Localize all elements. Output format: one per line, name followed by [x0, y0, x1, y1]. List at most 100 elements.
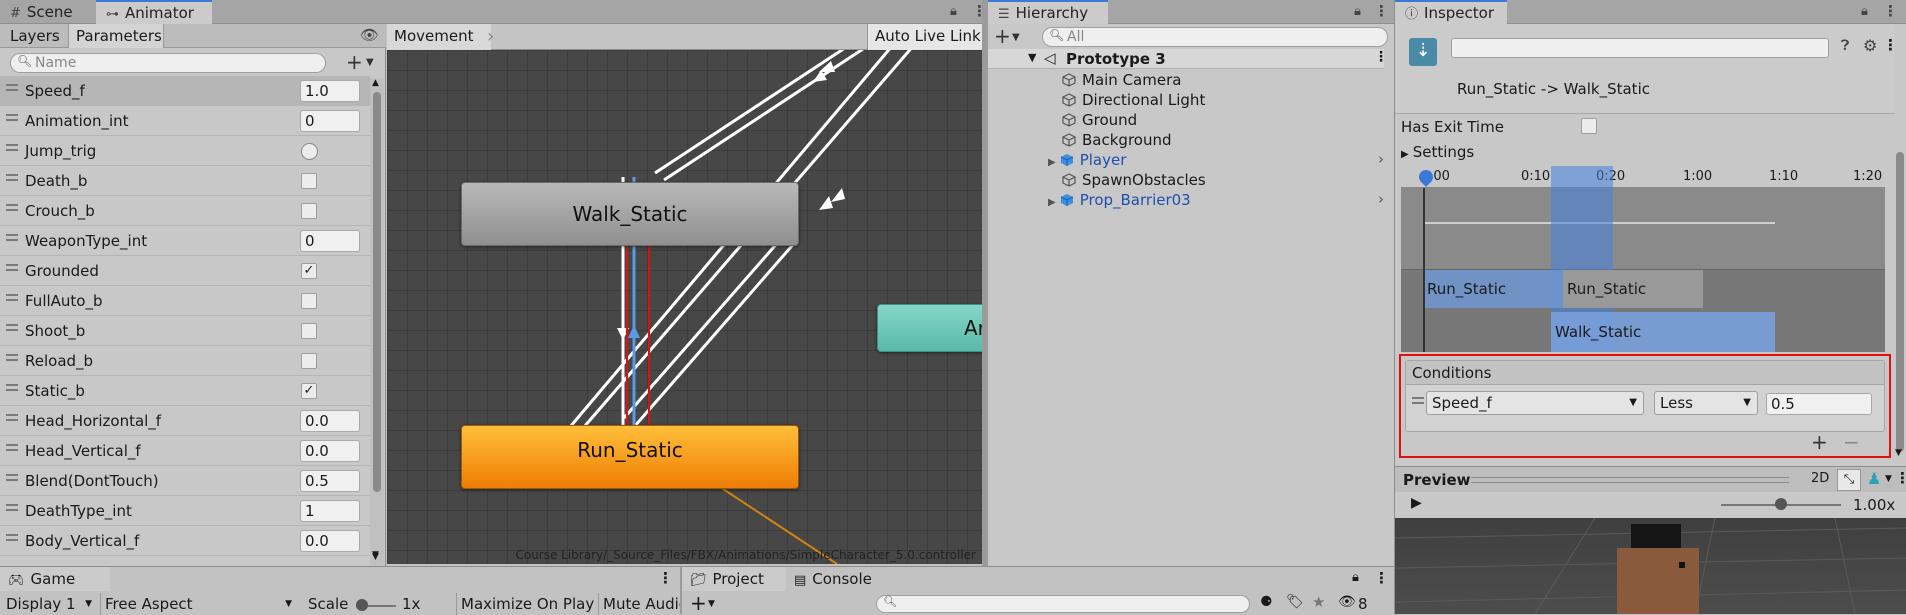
condition-parameter-dropdown[interactable]: Speed_f ▼ — [1426, 391, 1644, 415]
help-icon[interactable]: ❓︎ — [1841, 38, 1849, 54]
parameter-checkbox[interactable]: ✓ — [301, 263, 317, 279]
condition-operator-dropdown[interactable]: Less ▼ — [1654, 391, 1758, 415]
add-object-button[interactable]: + — [994, 24, 1011, 48]
parameter-row[interactable]: Crouch_b — [0, 196, 370, 226]
preview-viewport[interactable] — [1395, 518, 1906, 614]
menu-icon[interactable]: ⋮ — [1883, 2, 1898, 20]
tab-hierarchy[interactable]: ☰ Hierarchy — [988, 0, 1108, 24]
has-exit-time-checkbox[interactable] — [1581, 118, 1597, 134]
breadcrumb[interactable]: Movement — [387, 24, 491, 50]
hierarchy-item-player[interactable]: ▶ Player — [1048, 150, 1126, 170]
add-asset-button[interactable]: + — [690, 591, 707, 615]
drag-handle-icon[interactable] — [6, 144, 18, 156]
parameter-row[interactable]: Blend(DontTouch) 0.5 — [0, 466, 370, 496]
maximize-on-play-toggle[interactable]: Maximize On Play — [456, 593, 596, 615]
parameter-checkbox[interactable] — [301, 173, 317, 189]
add-parameter-button[interactable]: + — [346, 50, 363, 74]
parameter-value-field[interactable]: 0 — [300, 110, 360, 132]
parameter-value-field[interactable]: 0.0 — [300, 530, 360, 552]
hierarchy-item[interactable]: Main Camera — [1062, 70, 1181, 90]
chevron-down-icon[interactable]: ▼ — [366, 57, 374, 68]
chevron-down-icon[interactable]: ▼ — [1885, 474, 1892, 484]
tab-console[interactable]: ▤ Console — [786, 567, 896, 591]
chevron-right-icon[interactable]: › — [1378, 150, 1384, 168]
scroll-down-arrow[interactable]: ▼ — [372, 550, 379, 560]
parameter-checkbox[interactable] — [301, 323, 317, 339]
eye-icon[interactable]: 👁︎ — [360, 26, 379, 44]
lock-icon[interactable]: 🔒︎ — [1352, 570, 1359, 585]
drag-handle-icon[interactable] — [6, 474, 18, 486]
tab-parameters[interactable]: Parameters — [68, 24, 164, 48]
state-node-walk-static[interactable]: Walk_Static — [461, 182, 799, 246]
parameter-checkbox[interactable] — [301, 203, 317, 219]
play-icon[interactable]: ▶ — [1411, 495, 1422, 511]
scene-row[interactable]: ▼ ◁ Prototype 3 ⋮ — [988, 49, 1388, 69]
parameter-row[interactable]: Head_Vertical_f 0.0 — [0, 436, 370, 466]
parameter-value-field[interactable]: 1 — [300, 500, 360, 522]
chevron-down-icon[interactable]: ▼ — [708, 599, 715, 609]
expand-arrow-icon[interactable]: ▼ — [1028, 51, 1036, 64]
drag-handle-icon[interactable] — [6, 504, 18, 516]
drag-handle-icon[interactable] — [6, 204, 18, 216]
parameter-row[interactable]: Grounded ✓ — [0, 256, 370, 286]
preview-drag-bar[interactable] — [1471, 477, 1789, 483]
inspector-scrollbar[interactable]: ▼ — [1893, 24, 1906, 464]
lock-icon[interactable]: 🔒︎ — [1861, 4, 1868, 19]
label-filter-icon[interactable]: 🏷︎ — [1286, 594, 1304, 610]
state-node-run-static[interactable]: Run_Static — [461, 425, 799, 489]
drag-handle-icon[interactable] — [6, 174, 18, 186]
parameter-value-field[interactable]: 0.0 — [300, 440, 360, 462]
tab-game[interactable]: 🎮︎ Game — [0, 567, 110, 591]
drag-handle-icon[interactable] — [6, 264, 18, 276]
tab-inspector[interactable]: ⓘ Inspector — [1395, 0, 1507, 24]
parameter-scrollbar[interactable]: ▲ ▼ — [370, 78, 384, 568]
trigger-radio[interactable] — [301, 143, 318, 160]
parameter-row[interactable]: FullAuto_b — [0, 286, 370, 316]
menu-icon[interactable]: ⋮ — [1374, 49, 1388, 65]
parameter-checkbox[interactable]: ✓ — [301, 383, 317, 399]
tab-animator[interactable]: ⊶ Animator — [96, 0, 212, 24]
drag-handle-icon[interactable] — [6, 114, 18, 126]
tab-layers[interactable]: Layers — [0, 24, 68, 48]
drag-handle-icon[interactable] — [6, 294, 18, 306]
parameter-search-field[interactable]: 🔍︎ Name — [10, 53, 326, 73]
chevron-right-icon[interactable]: › — [1378, 190, 1384, 208]
expand-arrow-icon[interactable]: ▶ — [1048, 197, 1056, 208]
aspect-dropdown[interactable]: Free Aspect ▼ — [100, 593, 298, 615]
hierarchy-search-field[interactable]: 🔍︎ All — [1042, 27, 1388, 47]
state-machine-graph[interactable]: Walk_Static Run_Static An — [387, 50, 982, 564]
scroll-thumb[interactable] — [1896, 152, 1904, 452]
lock-icon[interactable]: 🔒︎ — [1354, 4, 1361, 19]
display-dropdown[interactable]: Display 1 ▼ — [0, 593, 98, 615]
drag-handle-icon[interactable] — [6, 384, 18, 396]
scroll-thumb[interactable] — [373, 92, 381, 492]
parameter-value-field[interactable]: 0 — [300, 230, 360, 252]
parameter-row[interactable]: DeathType_int 1 — [0, 496, 370, 526]
parameter-row[interactable]: Speed_f 1.0 — [0, 76, 370, 106]
project-search-field[interactable]: 🔍︎ — [876, 595, 1250, 613]
parameter-checkbox[interactable] — [301, 293, 317, 309]
speed-slider-thumb[interactable] — [1775, 498, 1787, 510]
hierarchy-item[interactable]: SpawnObstacles — [1062, 170, 1206, 190]
condition-value-field[interactable]: 0.5 — [1766, 393, 1872, 415]
drag-handle-icon[interactable] — [6, 354, 18, 366]
chevron-down-icon[interactable]: ▼ — [1012, 32, 1020, 43]
parameter-row[interactable]: Death_b — [0, 166, 370, 196]
menu-icon[interactable]: ⋮ — [1374, 2, 1389, 20]
drag-handle-icon[interactable] — [6, 84, 18, 96]
transition-timeline[interactable]: :00 0:10 0:20 1:00 1:10 1:20 Run_Static … — [1401, 166, 1885, 352]
lock-icon[interactable]: 🔒︎ — [950, 4, 957, 19]
scale-slider-thumb[interactable] — [356, 599, 368, 611]
menu-icon[interactable]: ⋮ — [1374, 569, 1389, 587]
auto-live-link-button[interactable]: Auto Live Link — [867, 24, 982, 50]
pivot-toggle-icon[interactable]: ⤡ — [1837, 469, 1861, 491]
graph-scrollbar[interactable]: ▼ — [372, 540, 386, 564]
drag-handle-icon[interactable] — [6, 414, 18, 426]
search-by-type-icon[interactable]: ⚈ — [1260, 594, 1273, 610]
state-node-partial[interactable]: An — [877, 304, 982, 352]
add-condition-button[interactable]: + — [1811, 430, 1828, 454]
parameter-row[interactable]: Shoot_b — [0, 316, 370, 346]
avatar-icon[interactable]: ♟ — [1867, 469, 1881, 488]
settings-gear-icon[interactable]: ⚙︎ — [1863, 36, 1877, 55]
hierarchy-item-prop-barrier[interactable]: ▶ Prop_Barrier03 — [1048, 190, 1191, 210]
